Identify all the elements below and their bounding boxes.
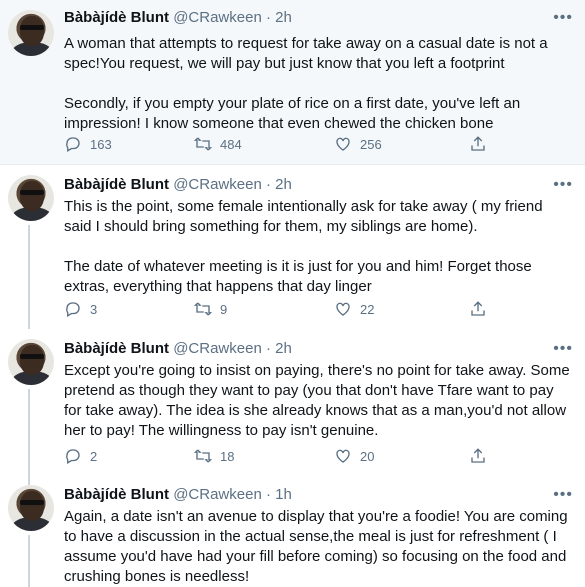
- like-button[interactable]: 256: [334, 135, 382, 153]
- share-icon: [471, 301, 485, 316]
- user-handle[interactable]: @CRawkeen: [173, 486, 262, 503]
- tweet-header: Bàbàjídè Blunt @CRawkeen · 2h: [64, 340, 292, 360]
- retweet-button[interactable]: 484: [194, 135, 242, 153]
- more-options-icon[interactable]: •••: [553, 340, 573, 358]
- reply-icon: [66, 302, 80, 317]
- user-handle[interactable]: @CRawkeen: [173, 340, 262, 357]
- reply-button[interactable]: 163: [64, 135, 112, 153]
- user-handle[interactable]: @CRawkeen: [173, 9, 262, 26]
- thread-connector: [28, 535, 30, 587]
- tweet-actions: 163 484 256: [64, 135, 504, 157]
- like-button[interactable]: 22: [334, 300, 374, 318]
- display-name[interactable]: Bàbàjídè Blunt: [64, 486, 169, 503]
- heart-icon: [336, 449, 350, 463]
- share-button[interactable]: [469, 135, 487, 153]
- heart-icon: [336, 302, 350, 316]
- display-name[interactable]: Bàbàjídè Blunt: [64, 9, 169, 26]
- separator-dot: ·: [265, 176, 271, 193]
- tweet-header: Bàbàjídè Blunt @CRawkeen · 1h: [64, 486, 292, 506]
- avatar[interactable]: [8, 175, 54, 221]
- tweet-actions: 3 9 22: [64, 300, 504, 322]
- share-icon: [471, 448, 485, 463]
- retweet-button[interactable]: 9: [194, 300, 227, 318]
- thread-connector: [28, 325, 30, 329]
- like-count: 22: [360, 301, 375, 317]
- tweet-text: A woman that attempts to request for tak…: [64, 35, 548, 132]
- tweet-text: Except you're going to insist on paying,…: [64, 362, 574, 439]
- like-button[interactable]: 20: [334, 447, 374, 465]
- share-button[interactable]: [469, 447, 487, 465]
- separator-dot: ·: [265, 340, 271, 357]
- reply-count: 3: [90, 301, 98, 317]
- timestamp[interactable]: 2h: [275, 340, 292, 357]
- tweet-actions: 2 18 20: [64, 447, 504, 469]
- timestamp[interactable]: 1h: [275, 486, 292, 503]
- reply-count: 2: [90, 448, 98, 464]
- tweet[interactable]: Bàbàjídè Blunt @CRawkeen · 2h ••• Except…: [0, 325, 585, 479]
- more-options-icon[interactable]: •••: [553, 486, 573, 504]
- tweet-text: Again, a date isn't an avenue to display…: [64, 508, 572, 585]
- tweet[interactable]: Bàbàjídè Blunt @CRawkeen · 1h ••• Again,…: [0, 479, 585, 587]
- thread-connector: [28, 479, 30, 485]
- timestamp[interactable]: 2h: [275, 176, 292, 193]
- retweet-button[interactable]: 18: [194, 447, 234, 465]
- reply-button[interactable]: 2: [64, 447, 97, 465]
- tweet-header: Bàbàjídè Blunt @CRawkeen · 2h: [64, 9, 292, 29]
- thread-connector: [28, 225, 30, 325]
- tweet[interactable]: Bàbàjídè Blunt @CRawkeen · 2h ••• A woma…: [0, 0, 585, 164]
- thread-connector: [28, 389, 30, 479]
- like-count: 20: [360, 448, 375, 464]
- display-name[interactable]: Bàbàjídè Blunt: [64, 176, 169, 193]
- avatar[interactable]: [8, 485, 54, 531]
- retweet-icon: [194, 137, 212, 151]
- share-button[interactable]: [469, 300, 487, 318]
- reply-icon: [66, 137, 80, 152]
- more-options-icon[interactable]: •••: [553, 9, 573, 27]
- retweet-icon: [194, 302, 212, 316]
- tweet-header: Bàbàjídè Blunt @CRawkeen · 2h: [64, 176, 292, 196]
- tweet-text: This is the point, some female intention…: [64, 198, 543, 295]
- retweet-count: 18: [220, 448, 235, 464]
- reply-button[interactable]: 3: [64, 300, 97, 318]
- retweet-count: 484: [220, 136, 242, 152]
- avatar[interactable]: [8, 10, 54, 56]
- like-count: 256: [360, 136, 382, 152]
- reply-icon: [66, 449, 80, 464]
- share-icon: [471, 136, 485, 151]
- reply-count: 163: [90, 136, 112, 152]
- retweet-icon: [194, 449, 212, 463]
- heart-icon: [336, 137, 350, 151]
- separator-dot: ·: [265, 9, 271, 26]
- avatar[interactable]: [8, 339, 54, 385]
- retweet-count: 9: [220, 301, 228, 317]
- separator-dot: ·: [265, 486, 271, 503]
- tweet[interactable]: Bàbàjídè Blunt @CRawkeen · 2h ••• This i…: [0, 165, 585, 325]
- timestamp[interactable]: 2h: [275, 9, 292, 26]
- display-name[interactable]: Bàbàjídè Blunt: [64, 340, 169, 357]
- user-handle[interactable]: @CRawkeen: [173, 176, 262, 193]
- more-options-icon[interactable]: •••: [553, 176, 573, 194]
